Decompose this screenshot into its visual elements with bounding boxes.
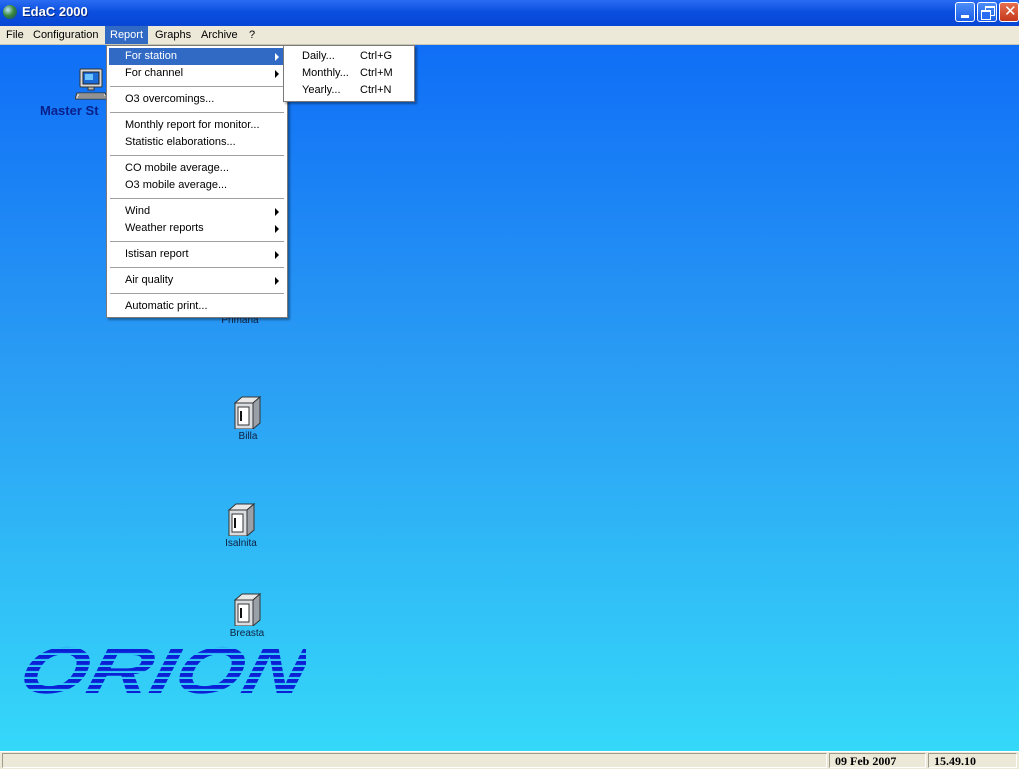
menu-separator <box>110 293 284 294</box>
yearly-label: Yearly... <box>302 84 341 96</box>
submenu-arrow-icon <box>275 277 279 285</box>
menu-item-monthly-report-monitor[interactable]: Monthly report for monitor... <box>109 117 285 134</box>
menu-item-weather-reports[interactable]: Weather reports <box>109 220 285 237</box>
submenu-arrow-icon <box>275 53 279 61</box>
istisan-report-label: Istisan report <box>125 248 189 260</box>
submenu-item-yearly[interactable]: Yearly... Ctrl+N <box>286 82 412 99</box>
menu-file[interactable]: File <box>1 26 29 44</box>
for-station-label: For station <box>125 50 177 62</box>
menu-archive[interactable]: Archive <box>196 26 243 44</box>
master-station-label[interactable]: Master St <box>40 103 99 118</box>
submenu-arrow-icon <box>275 225 279 233</box>
status-time: 15.49.10 <box>928 753 1017 768</box>
close-icon: ✕ <box>1004 3 1017 20</box>
menu-separator <box>110 241 284 242</box>
menu-item-co-mobile-average[interactable]: CO mobile average... <box>109 160 285 177</box>
menu-item-automatic-print[interactable]: Automatic print... <box>109 298 285 315</box>
master-station-computer-icon[interactable] <box>75 67 109 101</box>
menu-separator <box>110 155 284 156</box>
station-isalnita-icon[interactable] <box>226 502 256 536</box>
daily-shortcut: Ctrl+G <box>360 50 393 62</box>
close-button[interactable]: ✕ <box>999 2 1019 22</box>
station-label-billa[interactable]: Billa <box>208 431 288 442</box>
status-date: 09 Feb 2007 <box>829 753 926 768</box>
menu-separator <box>110 267 284 268</box>
station-billa-icon[interactable] <box>232 395 262 429</box>
yearly-shortcut: Ctrl+N <box>360 84 392 96</box>
menu-configuration[interactable]: Configuration <box>28 26 103 44</box>
menu-item-for-channel[interactable]: For channel <box>109 65 285 82</box>
menu-help[interactable]: ? <box>244 26 260 44</box>
submenu-arrow-icon <box>275 251 279 259</box>
restore-button[interactable] <box>977 2 997 22</box>
daily-label: Daily... <box>302 50 335 62</box>
station-label-isalnita[interactable]: Isalnita <box>201 538 281 549</box>
weather-reports-label: Weather reports <box>125 222 204 234</box>
menu-item-wind[interactable]: Wind <box>109 203 285 220</box>
submenu-item-daily[interactable]: Daily... Ctrl+G <box>286 48 412 65</box>
menu-item-statistic-elaborations[interactable]: Statistic elaborations... <box>109 134 285 151</box>
menu-separator <box>110 86 284 87</box>
menu-item-air-quality[interactable]: Air quality <box>109 272 285 289</box>
submenu-arrow-icon <box>275 208 279 216</box>
status-bar: 09 Feb 2007 15.49.10 <box>0 751 1019 769</box>
menu-separator <box>110 112 284 113</box>
air-quality-label: Air quality <box>125 274 174 286</box>
for-channel-label: For channel <box>125 67 184 79</box>
report-dropdown-menu: For station For channel O3 overcomings..… <box>106 45 288 318</box>
menu-graphs[interactable]: Graphs <box>150 26 196 44</box>
monthly-shortcut: Ctrl+M <box>360 67 393 79</box>
status-message-pane <box>2 753 827 768</box>
menu-item-for-station[interactable]: For station <box>109 48 285 65</box>
menu-separator <box>110 198 284 199</box>
orion-logo: ORION <box>14 637 306 699</box>
menu-report[interactable]: Report <box>105 26 149 44</box>
menu-bar: File Configuration Report Graphs Archive… <box>0 26 1019 45</box>
logo-text: ORION <box>14 637 306 699</box>
menu-item-istisan-report[interactable]: Istisan report <box>109 246 285 263</box>
monthly-label: Monthly... <box>302 67 349 79</box>
menu-item-o3-overcomings[interactable]: O3 overcomings... <box>109 91 285 108</box>
app-globe-icon[interactable] <box>3 5 17 19</box>
for-station-submenu: Daily... Ctrl+G Monthly... Ctrl+M Yearly… <box>283 45 415 102</box>
submenu-item-monthly[interactable]: Monthly... Ctrl+M <box>286 65 412 82</box>
menu-item-o3-mobile-average[interactable]: O3 mobile average... <box>109 177 285 194</box>
window-title: EdaC 2000 <box>22 4 88 19</box>
title-bar[interactable]: EdaC 2000 ✕ <box>0 0 1019 26</box>
wind-label: Wind <box>125 205 151 217</box>
minimize-button[interactable] <box>955 2 975 22</box>
station-breasta-icon[interactable] <box>232 592 262 626</box>
submenu-arrow-icon <box>275 70 279 78</box>
